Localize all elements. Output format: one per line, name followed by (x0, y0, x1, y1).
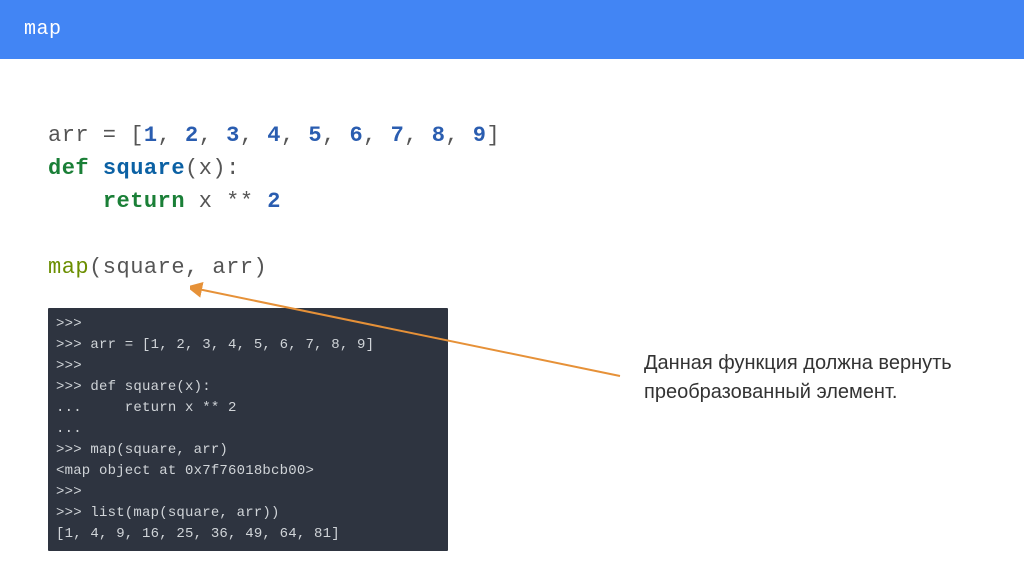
terminal-output: >>> >>> arr = [1, 2, 3, 4, 5, 6, 7, 8, 9… (48, 308, 448, 551)
code-sep: , (363, 123, 390, 148)
code-number: 2 (185, 123, 199, 148)
code-sep: , (158, 123, 185, 148)
code-blank-line (48, 218, 976, 251)
code-number: 5 (308, 123, 322, 148)
slide-title: map (24, 18, 62, 41)
slide-header: map (0, 0, 1024, 59)
code-text: (x): (185, 156, 240, 181)
code-sep: , (199, 123, 226, 148)
code-sep: , (404, 123, 431, 148)
code-text: arr = [ (48, 123, 144, 148)
code-text: x ** (185, 189, 267, 214)
code-number: 3 (226, 123, 240, 148)
code-number: 6 (349, 123, 363, 148)
code-function-name: square (103, 156, 185, 181)
slide-content: arr = [1, 2, 3, 4, 5, 6, 7, 8, 9] def sq… (0, 59, 1024, 551)
code-sep: , (445, 123, 472, 148)
code-text: ] (487, 123, 501, 148)
code-number: 4 (267, 123, 281, 148)
code-line-2: def square(x): (48, 152, 976, 185)
code-number: 2 (267, 189, 281, 214)
code-example: arr = [1, 2, 3, 4, 5, 6, 7, 8, 9] def sq… (48, 119, 976, 284)
code-number: 1 (144, 123, 158, 148)
code-keyword: return (103, 189, 185, 214)
code-number: 9 (473, 123, 487, 148)
code-number: 8 (432, 123, 446, 148)
code-sep: , (322, 123, 349, 148)
code-line-5: map(square, arr) (48, 251, 976, 284)
code-text: (square, arr) (89, 255, 267, 280)
code-call: map (48, 255, 89, 280)
annotation-text: Данная функция должна вернуть преобразов… (644, 349, 964, 407)
code-line-1: arr = [1, 2, 3, 4, 5, 6, 7, 8, 9] (48, 119, 976, 152)
code-keyword: def (48, 156, 89, 181)
code-sep: , (281, 123, 308, 148)
code-line-3: return x ** 2 (48, 185, 976, 218)
code-number: 7 (391, 123, 405, 148)
code-indent (48, 189, 103, 214)
code-sep: , (240, 123, 267, 148)
